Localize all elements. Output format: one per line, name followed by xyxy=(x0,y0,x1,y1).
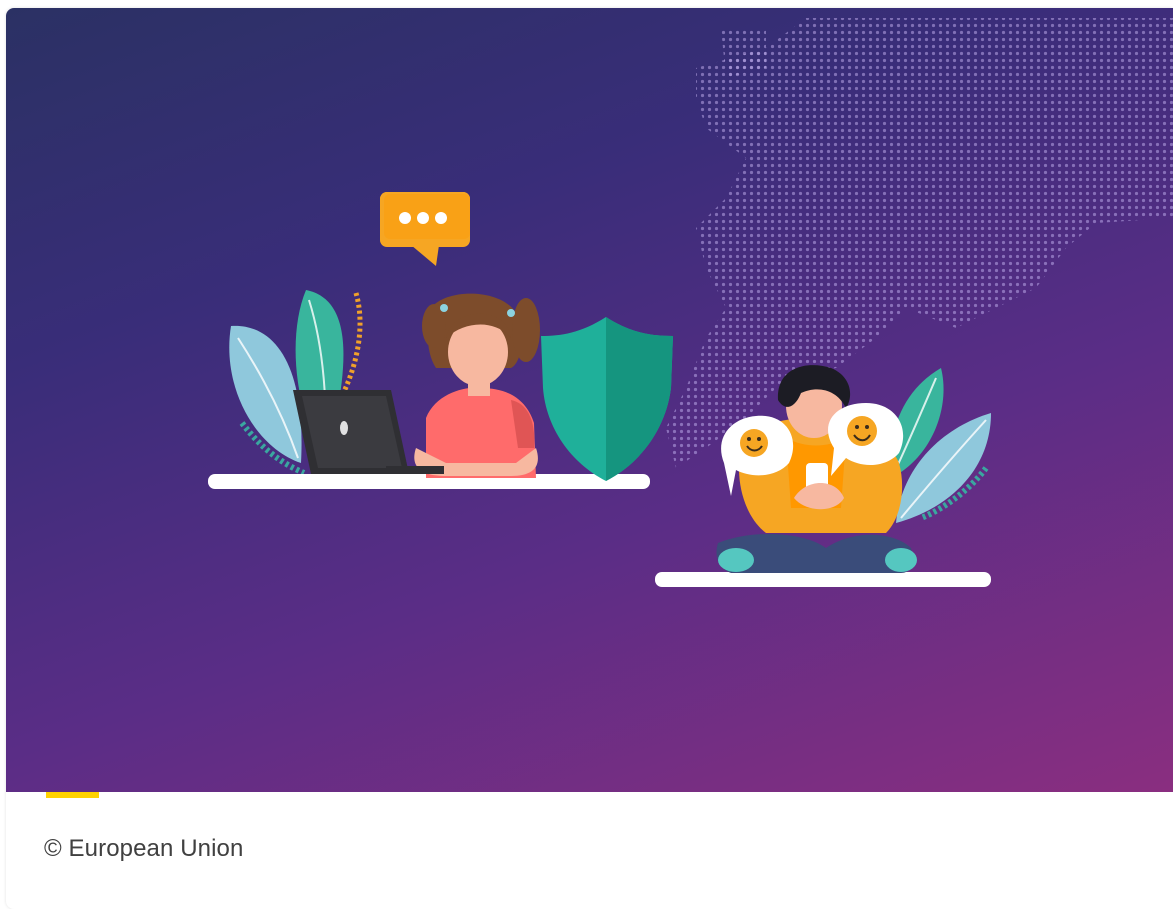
hero-illustration xyxy=(6,8,1173,792)
leaf-light-blue xyxy=(229,325,302,463)
chat-bubble-icon xyxy=(380,192,470,266)
accent-bar xyxy=(46,792,99,798)
shield-icon xyxy=(541,317,673,481)
leaf-dotted-orange xyxy=(338,292,363,400)
media-card: © European Union xyxy=(6,8,1173,909)
image-credit-caption: © European Union xyxy=(44,835,244,862)
girl-pigtail-right xyxy=(512,298,540,362)
illustration-svg xyxy=(208,18,1173,587)
left-scene xyxy=(208,192,673,489)
seat-shelf xyxy=(655,572,991,587)
